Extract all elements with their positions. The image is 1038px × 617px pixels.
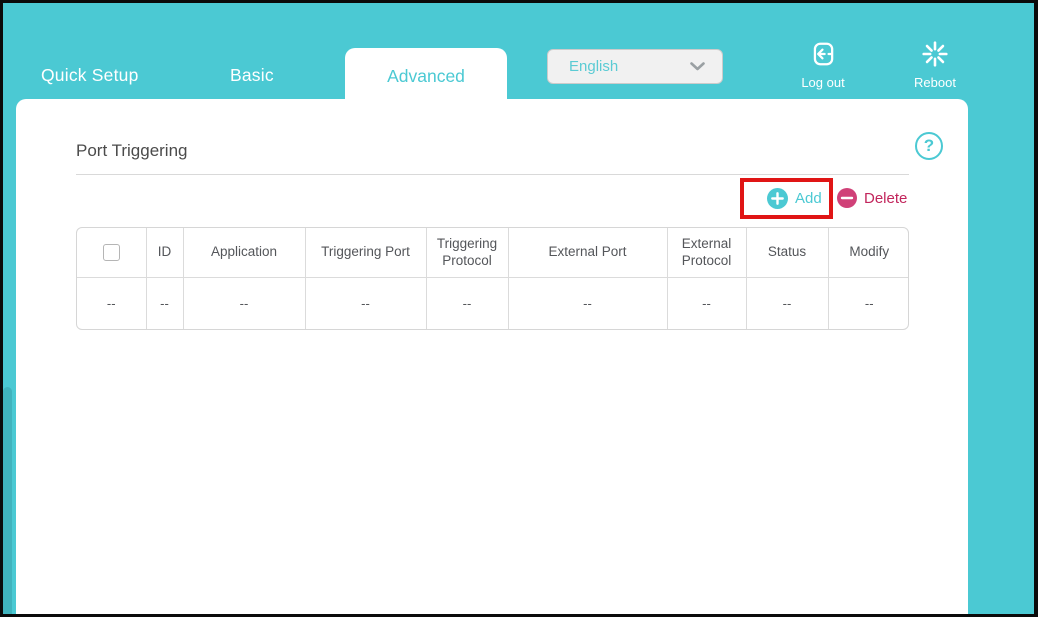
question-mark-icon: ? (924, 136, 934, 155)
language-select-value: English (569, 58, 689, 75)
add-label: Add (795, 190, 822, 207)
table-header-triggering-protocol: Triggering Protocol (426, 228, 508, 277)
logout-button[interactable]: Log out (792, 40, 854, 90)
logout-icon (809, 40, 837, 73)
cell-id: -- (146, 277, 183, 329)
tab-advanced[interactable]: Advanced (345, 48, 507, 103)
table-header-select (77, 228, 146, 277)
add-button[interactable]: Add (767, 188, 822, 209)
table-header-id: ID (146, 228, 183, 277)
tab-basic[interactable]: Basic (230, 65, 274, 86)
minus-icon (837, 188, 857, 208)
content-panel: Port Triggering ? Add Delete (16, 99, 968, 614)
left-scrollbar-thumb[interactable] (3, 387, 12, 614)
title-divider (76, 174, 909, 175)
cell-triggering-protocol: -- (426, 277, 508, 329)
select-all-checkbox[interactable] (103, 244, 120, 261)
cell-external-protocol: -- (667, 277, 746, 329)
table-header-modify: Modify (828, 228, 909, 277)
table-header-row: ID Application Triggering Port Triggerin… (77, 228, 909, 277)
tab-quick-setup[interactable]: Quick Setup (41, 65, 139, 86)
table-row: -- -- -- -- -- -- -- -- -- (77, 277, 909, 329)
delete-button[interactable]: Delete (837, 188, 907, 208)
cell-select: -- (77, 277, 146, 329)
table-header-triggering-port: Triggering Port (305, 228, 426, 277)
router-admin-screen: { "header": { "tabs": [ { "label": "Quic… (0, 0, 1038, 617)
plus-icon (767, 188, 788, 209)
language-select[interactable]: English (547, 49, 723, 84)
reboot-icon (921, 40, 949, 73)
delete-label: Delete (864, 190, 907, 207)
logout-label: Log out (801, 75, 844, 90)
port-triggering-table: ID Application Triggering Port Triggerin… (76, 227, 909, 330)
cell-external-port: -- (508, 277, 667, 329)
page-title: Port Triggering (76, 141, 188, 161)
cell-modify: -- (828, 277, 909, 329)
table-header-external-protocol: External Protocol (667, 228, 746, 277)
table-header-external-port: External Port (508, 228, 667, 277)
help-button[interactable]: ? (915, 132, 943, 160)
cell-application: -- (183, 277, 305, 329)
reboot-label: Reboot (914, 75, 956, 90)
reboot-button[interactable]: Reboot (904, 40, 966, 90)
cell-triggering-port: -- (305, 277, 426, 329)
table-header-status: Status (746, 228, 828, 277)
chevron-down-icon (689, 61, 706, 72)
table-header-application: Application (183, 228, 305, 277)
cell-status: -- (746, 277, 828, 329)
